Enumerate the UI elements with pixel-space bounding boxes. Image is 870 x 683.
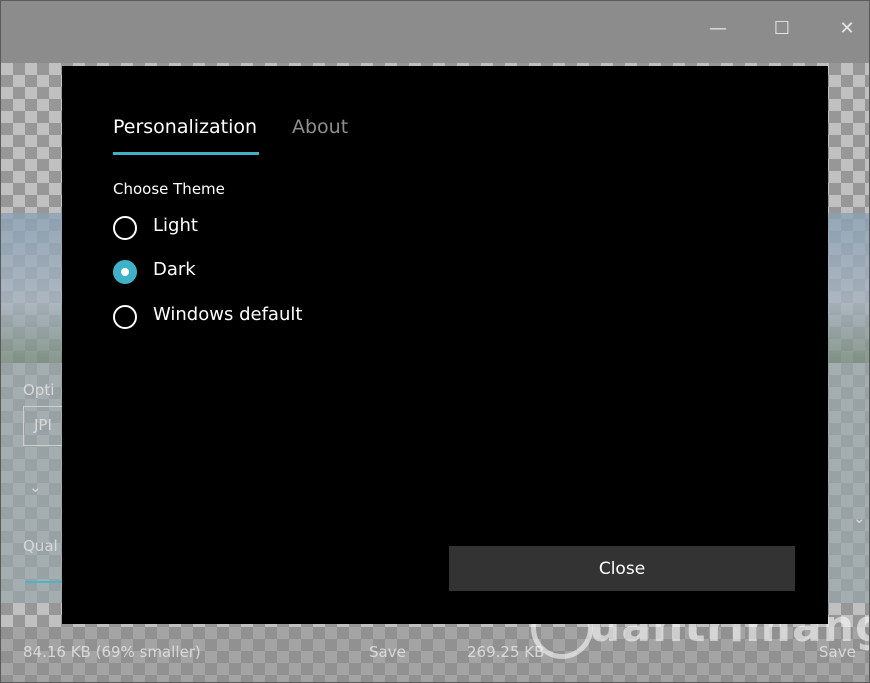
radio-windows-default-icon[interactable] [113, 305, 137, 329]
radio-dot [121, 268, 129, 276]
tab-about[interactable]: About [292, 116, 348, 138]
active-tab-indicator [113, 152, 259, 155]
chevron-down-icon[interactable]: ⌄ [29, 478, 42, 496]
theme-option-label: Dark [153, 259, 196, 280]
close-button[interactable]: Close [449, 546, 795, 591]
format-select[interactable]: JPI [23, 406, 65, 446]
radio-light-icon[interactable] [113, 216, 137, 240]
theme-option-label: Windows default [153, 304, 303, 325]
maximize-button[interactable]: ☐ [759, 11, 805, 47]
format-value: JPI [34, 416, 52, 434]
choose-theme-label: Choose Theme [113, 180, 225, 198]
radio-dark-selected-icon[interactable] [113, 260, 137, 284]
close-window-button[interactable]: ✕ [824, 11, 869, 47]
quality-label: Qual [23, 537, 58, 555]
theme-option-label: Light [153, 215, 198, 236]
title-bar: — ☐ ✕ [1, 1, 869, 63]
quality-slider[interactable] [25, 581, 65, 583]
left-save-button[interactable]: Save [369, 643, 406, 661]
chevron-down-icon-right[interactable]: ⌄ [853, 509, 866, 527]
options-label: Opti [23, 381, 55, 399]
tab-personalization[interactable]: Personalization [113, 116, 257, 138]
right-file-size: 269.25 KB [467, 643, 545, 661]
left-file-size: 84.16 KB (69% smaller) [23, 643, 201, 661]
minimize-button[interactable]: — [695, 11, 741, 47]
settings-dialog: Personalization About Choose Theme Light… [62, 66, 828, 624]
